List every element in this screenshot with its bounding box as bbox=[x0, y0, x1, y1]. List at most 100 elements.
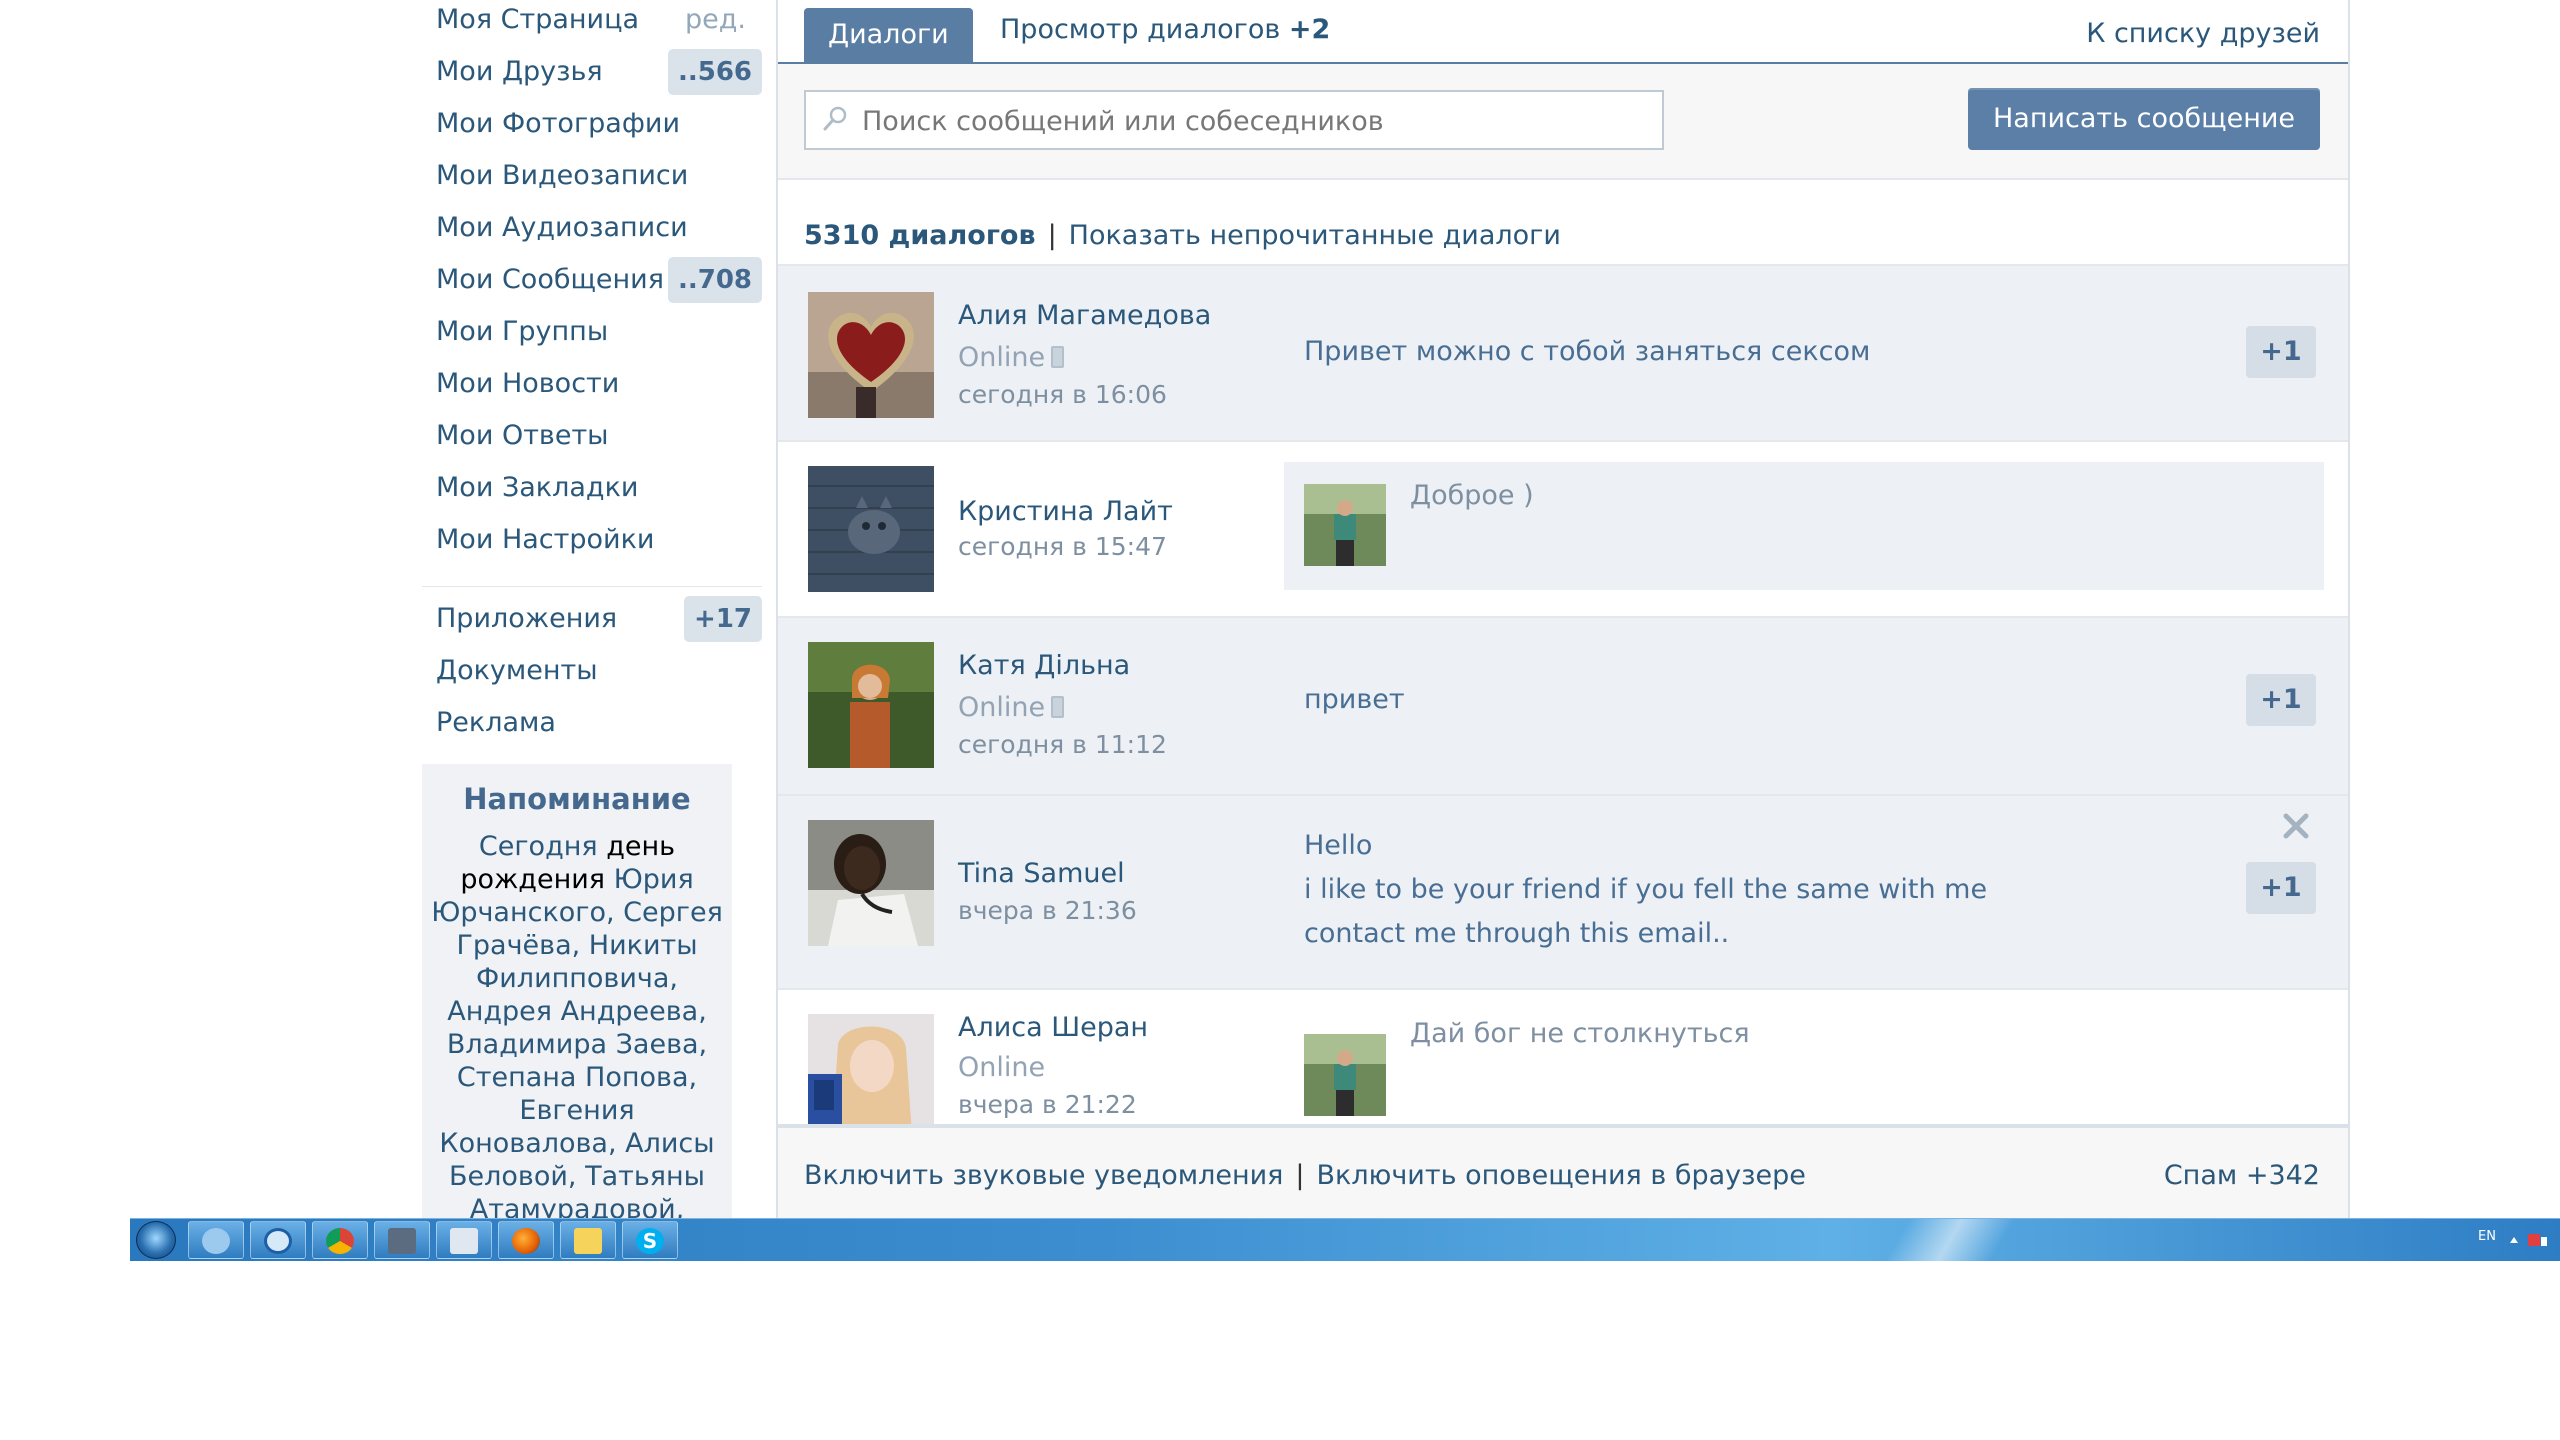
folder-icon[interactable] bbox=[560, 1221, 616, 1259]
language-indicator[interactable]: EN bbox=[2478, 1229, 2496, 1244]
tab-dialogs[interactable]: Диалоги bbox=[804, 8, 973, 62]
menu-item-photos[interactable]: Мои Фотографии bbox=[422, 104, 762, 156]
menu-item-label[interactable]: Мои Настройки bbox=[436, 524, 654, 555]
unread-badge: +1 bbox=[2246, 862, 2316, 914]
online-label: Online bbox=[958, 342, 1046, 373]
footer-bar: Включить звуковые уведомления | Включить о… bbox=[778, 1124, 2348, 1220]
show-unread-link[interactable]: Показать непрочитанные диалоги bbox=[1069, 220, 1561, 251]
menu-item-my-page[interactable]: Моя Страница ред. bbox=[422, 0, 762, 52]
menu-item-documents[interactable]: Документы bbox=[422, 651, 762, 703]
avatar[interactable] bbox=[808, 1014, 934, 1140]
menu-item-label[interactable]: Реклама bbox=[436, 707, 556, 738]
menu-item-settings[interactable]: Мои Настройки bbox=[422, 520, 762, 572]
toolbar: Написать сообщение bbox=[778, 64, 2348, 180]
menu-item-label[interactable]: Мои Закладки bbox=[436, 472, 638, 503]
dialog-count: 5310 диалогов bbox=[804, 220, 1036, 251]
friends-count-badge[interactable]: ..566 bbox=[667, 49, 762, 95]
sound-notifications-link[interactable]: Включить звуковые уведомления bbox=[804, 1160, 1283, 1191]
dialog-row[interactable]: Tina Samuel вчера в 21:36 Hello i like t… bbox=[778, 794, 2348, 988]
message-preview[interactable]: Привет можно с тобой заняться сексом bbox=[1304, 336, 1870, 367]
search-box[interactable] bbox=[804, 90, 1664, 150]
footer-separator: | bbox=[1295, 1160, 1305, 1191]
reminder-box: Напоминание Сегодня день рождения Юрия Ю… bbox=[422, 764, 732, 1242]
avatar[interactable] bbox=[808, 466, 934, 592]
menu-item-bookmarks[interactable]: Мои Закладки bbox=[422, 468, 762, 520]
contact-name[interactable]: Алия Магамедова bbox=[958, 300, 1211, 331]
my-reply-block[interactable]: Доброе ) bbox=[1284, 462, 2324, 590]
menu-item-groups[interactable]: Мои Группы bbox=[422, 312, 762, 364]
contact-name[interactable]: Tina Samuel bbox=[958, 858, 1125, 889]
spam-link[interactable]: Спам +342 bbox=[2164, 1160, 2320, 1191]
taskbar-glow bbox=[1830, 1219, 2070, 1261]
reminder-names-links[interactable]: Юрия Юрчанского, Сергея Грачёва, Никиты … bbox=[431, 864, 723, 1242]
messages-panel: Диалоги Просмотр диалогов +2 К списку др… bbox=[776, 0, 2350, 1220]
browser-notifications-link[interactable]: Включить оповещения в браузере bbox=[1317, 1160, 1806, 1191]
menu-item-messages[interactable]: Мои Сообщения ..708 bbox=[422, 257, 762, 312]
friends-list-link[interactable]: К списку друзей bbox=[2086, 18, 2320, 49]
mobile-icon bbox=[1051, 346, 1065, 368]
unread-badge: +1 bbox=[2246, 326, 2316, 378]
dialog-row[interactable]: Алиса Шеран Online вчера в 21:22 Дай бог… bbox=[778, 988, 2348, 1140]
network-icon[interactable] bbox=[374, 1221, 430, 1259]
menu-item-label[interactable]: Моя Страница bbox=[436, 4, 639, 35]
menu-item-label[interactable]: Мои Ответы bbox=[436, 420, 609, 451]
chrome-icon[interactable] bbox=[312, 1221, 368, 1259]
start-button-icon[interactable] bbox=[136, 1221, 176, 1259]
menu-item-label[interactable]: Мои Сообщения bbox=[436, 264, 664, 295]
menu-item-friends[interactable]: Мои Друзья ..566 bbox=[422, 49, 762, 104]
menu-item-ads[interactable]: Реклама bbox=[422, 703, 762, 755]
message-preview[interactable]: привет bbox=[1304, 684, 1405, 715]
avatar[interactable] bbox=[808, 820, 934, 946]
contact-name[interactable]: Алиса Шеран bbox=[958, 1012, 1148, 1043]
dialogs-header: 5310 диалогов | Показать непрочитанные диа… bbox=[804, 220, 1561, 251]
tab-view-label: Просмотр диалогов bbox=[1000, 14, 1281, 45]
firefox-icon[interactable] bbox=[498, 1221, 554, 1259]
my-avatar[interactable] bbox=[1304, 484, 1386, 566]
menu-item-label[interactable]: Мои Фотографии bbox=[436, 108, 680, 139]
message-preview[interactable]: Hello i like to be your friend if you fe… bbox=[1304, 824, 2064, 956]
ie-icon[interactable] bbox=[188, 1221, 244, 1259]
messages-count-badge[interactable]: ..708 bbox=[667, 257, 762, 303]
menu-item-label[interactable]: Мои Новости bbox=[436, 368, 619, 399]
menu-item-audio[interactable]: Мои Аудиозаписи bbox=[422, 208, 762, 260]
dialog-row[interactable]: Кристина Лайт сегодня в 15:47 Доброе ) bbox=[778, 440, 2348, 616]
write-message-button[interactable]: Написать сообщение bbox=[1968, 88, 2320, 150]
explorer-icon[interactable] bbox=[436, 1221, 492, 1259]
online-label: Online bbox=[958, 692, 1046, 723]
reminder-today-link[interactable]: Сегодня bbox=[479, 831, 598, 862]
left-menu: Моя Страница ред. Мои Друзья ..566 Мои Ф… bbox=[422, 0, 762, 755]
message-time: сегодня в 15:47 bbox=[958, 532, 1167, 561]
media-player-icon[interactable] bbox=[250, 1221, 306, 1259]
menu-item-answers[interactable]: Мои Ответы bbox=[422, 416, 762, 468]
edit-link[interactable]: ред. bbox=[685, 4, 746, 35]
close-icon[interactable] bbox=[2280, 810, 2312, 842]
dialog-row[interactable]: Алия Магамедова Online сегодня в 16:06 П… bbox=[778, 264, 2348, 440]
reply-text: Доброе ) bbox=[1410, 480, 1534, 511]
skype-icon[interactable]: S bbox=[622, 1221, 678, 1259]
footer-links: Включить звуковые уведомления | Включить о… bbox=[804, 1160, 1806, 1191]
my-avatar[interactable] bbox=[1304, 1034, 1386, 1116]
avatar[interactable] bbox=[808, 292, 934, 418]
apps-count-badge[interactable]: +17 bbox=[684, 596, 762, 642]
contact-name[interactable]: Катя Дільна bbox=[958, 650, 1130, 681]
header-separator: | bbox=[1047, 220, 1057, 251]
reminder-text: Сегодня день рождения Юрия Юрчанского, С… bbox=[430, 830, 724, 1242]
tab-view-dialogs[interactable]: Просмотр диалогов +2 bbox=[1000, 14, 1330, 45]
online-status: Online bbox=[958, 342, 1065, 373]
menu-item-apps[interactable]: Приложения +17 bbox=[422, 596, 762, 651]
search-input[interactable] bbox=[860, 92, 1644, 150]
contact-name[interactable]: Кристина Лайт bbox=[958, 496, 1173, 527]
dialog-row[interactable]: Катя Дільна Online сегодня в 11:12 приве… bbox=[778, 616, 2348, 794]
avatar[interactable] bbox=[808, 642, 934, 768]
menu-item-label[interactable]: Мои Друзья bbox=[436, 56, 603, 87]
menu-item-news[interactable]: Мои Новости bbox=[422, 364, 762, 416]
menu-item-label[interactable]: Документы bbox=[436, 655, 598, 686]
menu-item-label[interactable]: Мои Аудиозаписи bbox=[436, 212, 688, 243]
tray-icons[interactable] bbox=[2508, 1231, 2548, 1249]
menu-item-label[interactable]: Приложения bbox=[436, 603, 617, 634]
menu-item-label[interactable]: Мои Группы bbox=[436, 316, 608, 347]
menu-item-label[interactable]: Мои Видеозаписи bbox=[436, 160, 688, 191]
unread-badge: +1 bbox=[2246, 674, 2316, 726]
tab-view-count: +2 bbox=[1288, 14, 1331, 45]
menu-item-videos[interactable]: Мои Видеозаписи bbox=[422, 156, 762, 208]
